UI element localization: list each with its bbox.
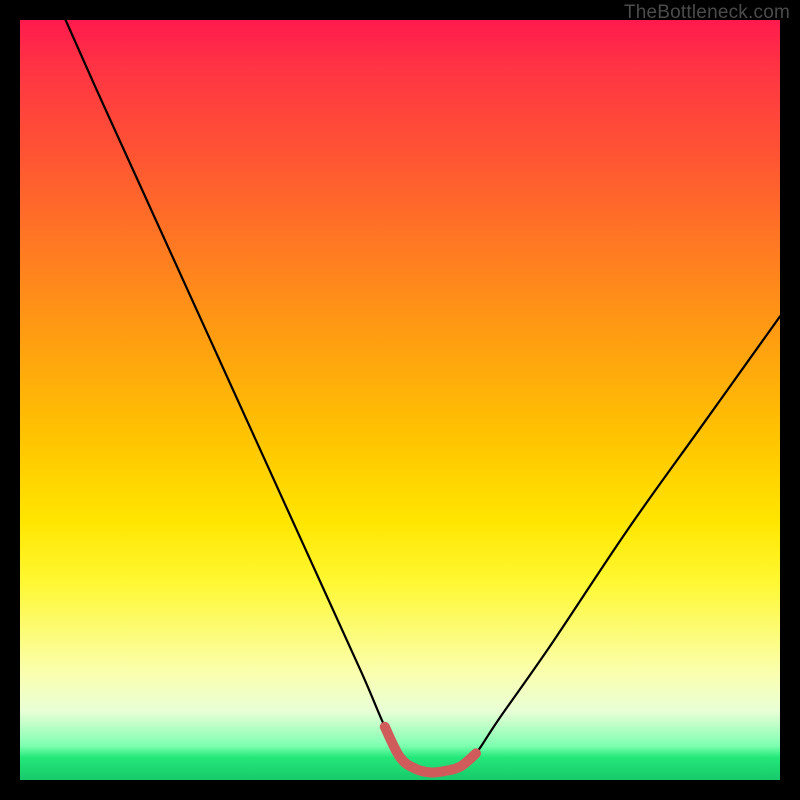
plot-area bbox=[20, 20, 780, 780]
chart-frame: TheBottleneck.com bbox=[0, 0, 800, 800]
bottleneck-curve bbox=[66, 20, 780, 773]
curve-svg bbox=[20, 20, 780, 780]
optimal-band-highlight bbox=[385, 727, 476, 773]
